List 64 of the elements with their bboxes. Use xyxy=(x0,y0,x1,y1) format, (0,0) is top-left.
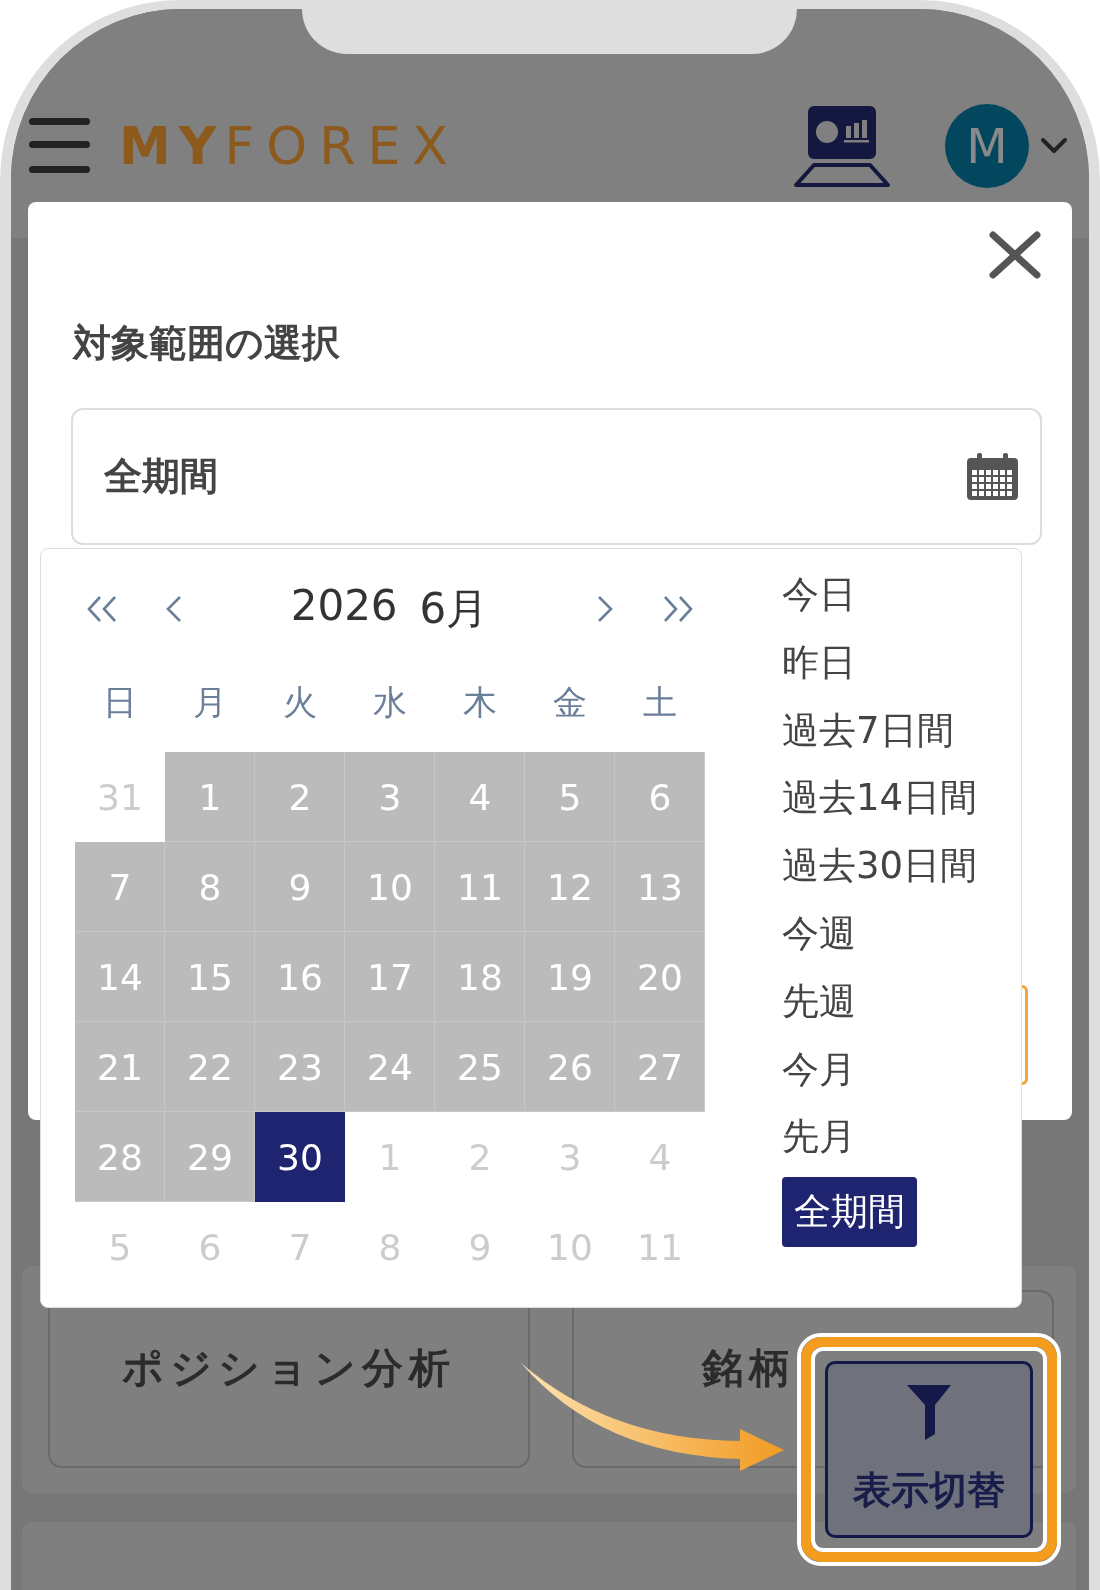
day-cell[interactable]: 19 xyxy=(525,932,615,1022)
laptop-chart-icon[interactable] xyxy=(793,103,891,188)
day-cell[interactable]: 9 xyxy=(255,842,345,932)
avatar[interactable]: M xyxy=(945,103,1029,188)
day-cell[interactable]: 13 xyxy=(615,842,705,932)
day-cell[interactable]: 2 xyxy=(255,752,345,842)
day-cell[interactable]: 1 xyxy=(165,752,255,842)
day-cell[interactable]: 14 xyxy=(75,932,165,1022)
preset-option[interactable]: 先週 xyxy=(782,973,868,1030)
double-chevron-left-icon[interactable] xyxy=(86,595,119,623)
dialog-title: 対象範囲の選択 xyxy=(73,320,341,367)
weekday-label: 月 xyxy=(192,681,228,724)
day-cell[interactable]: 11 xyxy=(435,842,525,932)
day-cell[interactable]: 17 xyxy=(345,932,435,1022)
preset-option[interactable]: 過去30日間 xyxy=(782,838,990,895)
day-cell[interactable]: 22 xyxy=(165,1022,255,1112)
day-cell[interactable]: 15 xyxy=(165,932,255,1022)
day-cell[interactable]: 20 xyxy=(615,932,705,1022)
day-cell[interactable]: 7 xyxy=(75,842,165,932)
weekday-label: 土 xyxy=(642,681,678,724)
filter-icon xyxy=(907,1385,951,1440)
day-cell[interactable]: 10 xyxy=(345,842,435,932)
calendar-icon[interactable] xyxy=(966,452,1019,501)
day-cell[interactable]: 3 xyxy=(345,752,435,842)
day-cell[interactable]: 30 xyxy=(255,1112,345,1202)
day-cell[interactable]: 28 xyxy=(75,1112,165,1202)
day-cell[interactable]: 23 xyxy=(255,1022,345,1112)
weekday-label: 金 xyxy=(552,681,588,724)
day-cell[interactable]: 6 xyxy=(615,752,705,842)
chevron-right-icon[interactable] xyxy=(596,595,614,623)
day-cell[interactable]: 25 xyxy=(435,1022,525,1112)
day-cell[interactable]: 16 xyxy=(255,932,345,1022)
day-cell[interactable]: 4 xyxy=(435,752,525,842)
chevron-left-icon[interactable] xyxy=(165,595,183,623)
preset-option[interactable]: 今月 xyxy=(782,1041,868,1098)
close-icon[interactable] xyxy=(988,231,1042,279)
day-cell[interactable]: 8 xyxy=(165,842,255,932)
day-cell[interactable]: 27 xyxy=(615,1022,705,1112)
preset-option[interactable]: 全期間 xyxy=(782,1177,917,1248)
day-cell[interactable]: 29 xyxy=(165,1112,255,1202)
weekday-label: 水 xyxy=(372,681,408,724)
day-cell[interactable]: 18 xyxy=(435,932,525,1022)
preset-option[interactable]: 過去14日間 xyxy=(782,770,990,827)
day-cell[interactable]: 5 xyxy=(525,752,615,842)
month-label[interactable]: 6月 xyxy=(419,581,489,637)
day-cell[interactable]: 24 xyxy=(345,1022,435,1112)
preset-option[interactable]: 先月 xyxy=(782,1109,868,1166)
preset-option[interactable]: 昨日 xyxy=(782,634,868,691)
preset-option[interactable]: 今週 xyxy=(782,906,868,962)
chevron-down-icon[interactable] xyxy=(1040,136,1068,155)
date-range-field[interactable]: 全期間 xyxy=(71,408,1042,545)
double-chevron-right-icon[interactable] xyxy=(661,595,694,623)
day-cell[interactable]: 12 xyxy=(525,842,615,932)
weekday-label: 日 xyxy=(102,681,138,724)
weekday-label: 木 xyxy=(462,681,498,724)
weekday-label: 火 xyxy=(282,681,318,724)
day-cell[interactable]: 21 xyxy=(75,1022,165,1112)
preset-option[interactable]: 過去7日間 xyxy=(782,702,966,759)
day-cell[interactable]: 26 xyxy=(525,1022,615,1112)
display-toggle-button[interactable]: 表示切替 xyxy=(825,1361,1033,1538)
year-label[interactable]: 2026 xyxy=(290,581,398,637)
logo: MYFOREX xyxy=(119,119,460,172)
menu-icon[interactable] xyxy=(29,118,90,173)
preset-option[interactable]: 今日 xyxy=(782,567,868,623)
